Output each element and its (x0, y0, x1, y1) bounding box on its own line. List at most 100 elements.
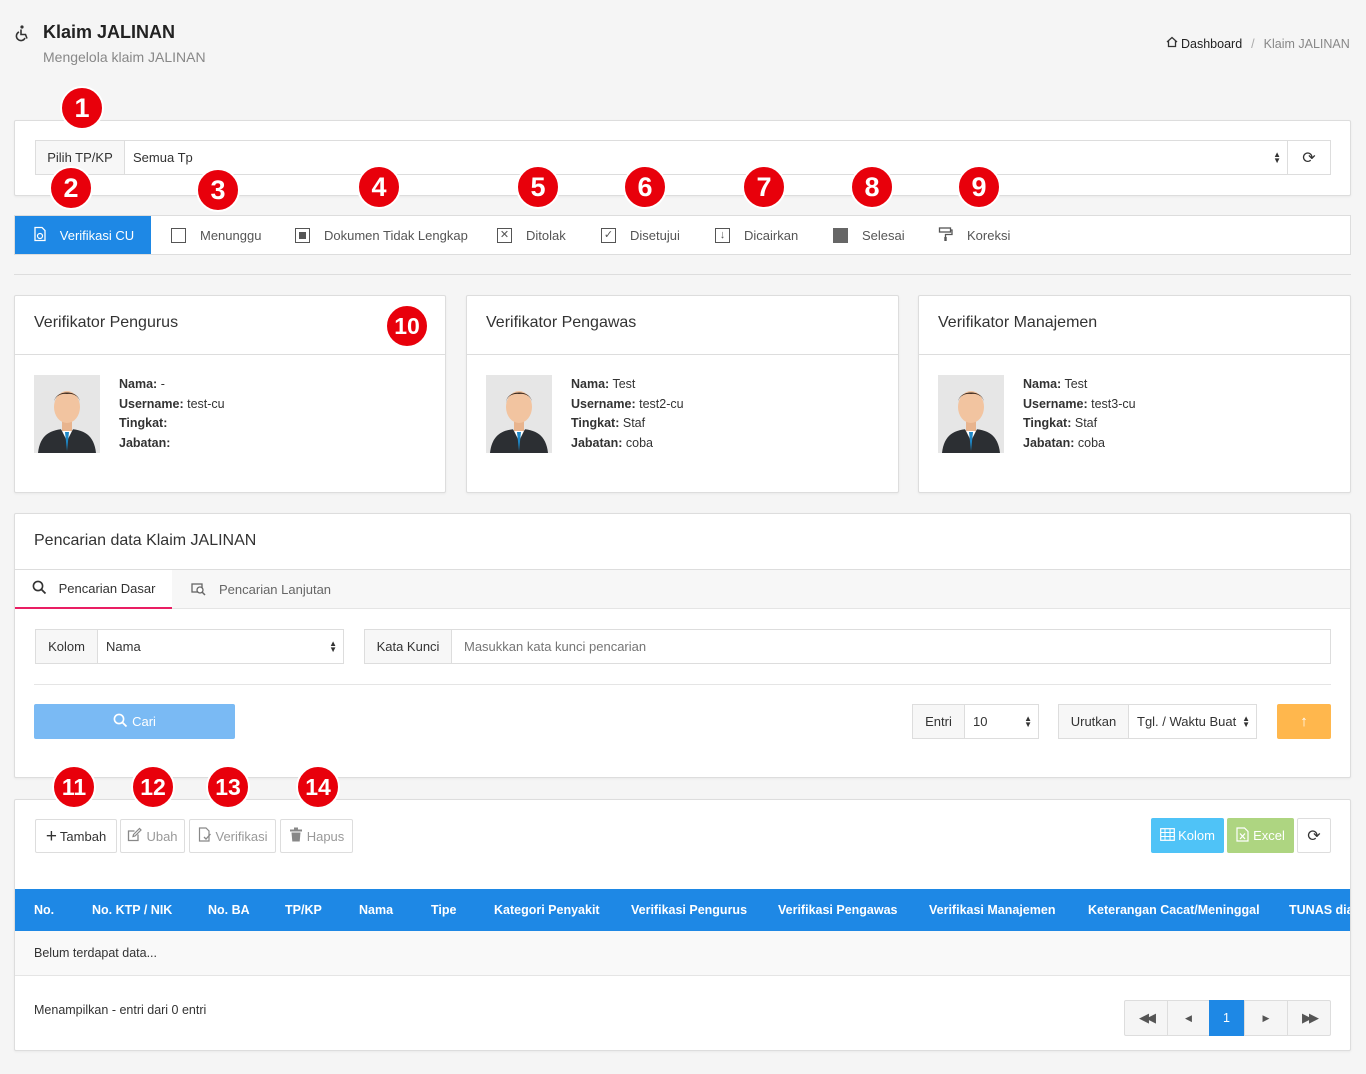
tab-label: Selesai (862, 227, 905, 243)
tab-dokumen-tidak-lengkap[interactable]: Dokumen Tidak Lengkap (295, 216, 468, 254)
search-panel-title: Pencarian data Klaim JALINAN (34, 532, 257, 549)
column-header[interactable]: Tipe (431, 889, 456, 931)
refresh-icon: ⟳ (1302, 149, 1316, 167)
section-divider (14, 274, 1351, 275)
nama-value: - (160, 377, 165, 391)
last-page-button[interactable]: ▶▶ (1287, 1000, 1331, 1036)
tab-ditolak[interactable]: ✕ Ditolak (497, 216, 566, 254)
excel-file-icon (1236, 826, 1249, 845)
search-icon (32, 580, 47, 598)
tab-label: Pencarian Dasar (58, 581, 156, 596)
annotation-marker-7: 7 (742, 165, 786, 209)
breadcrumb-home-link[interactable]: Dashboard (1181, 37, 1242, 51)
annotation-marker-8: 8 (850, 165, 894, 209)
refresh-table-button[interactable]: ⟳ (1297, 818, 1331, 853)
add-button-label: Tambah (59, 828, 107, 844)
search-button[interactable]: Cari (34, 704, 235, 739)
verifier-info: Nama: Test Username: test3-cu Tingkat: S… (1023, 375, 1136, 453)
page-number: 1 (1223, 1011, 1230, 1025)
column-header[interactable]: Verifikasi Pengurus (631, 889, 747, 931)
column-header[interactable]: Keterangan Cacat/Meninggal (1088, 889, 1260, 931)
select-arrows-icon: ▲ ▼ (1242, 713, 1250, 729)
column-header[interactable]: No. (34, 889, 54, 931)
advanced-search-icon (191, 581, 206, 599)
double-chevron-left-icon: ◀◀ (1139, 1010, 1156, 1025)
chevron-left-icon: ◀ (1185, 1012, 1192, 1023)
username-value: test2-cu (639, 396, 684, 411)
column-header[interactable]: Nama (359, 889, 393, 931)
breadcrumb-separator: / (1251, 36, 1255, 51)
nama-label: Nama: (571, 377, 610, 391)
first-page-button[interactable]: ◀◀ (1124, 1000, 1168, 1036)
avatar (34, 375, 100, 453)
jabatan-value: coba (1077, 435, 1105, 450)
column-header[interactable]: Verifikasi Pengawas (778, 889, 898, 931)
prev-page-button[interactable]: ◀ (1167, 1000, 1210, 1036)
verify-button-label: Verifikasi (215, 828, 268, 844)
column-header[interactable]: TP/KP (285, 889, 322, 931)
tab-pencarian-dasar[interactable]: Pencarian Dasar (15, 570, 172, 609)
nama-label: Nama: (119, 377, 158, 391)
annotation-marker-1: 1 (60, 86, 104, 130)
delete-button[interactable]: Hapus (280, 819, 353, 853)
delete-button-label: Hapus (306, 828, 345, 844)
tingkat-value: Staf (1074, 416, 1098, 430)
tab-menunggu[interactable]: Menunggu (171, 216, 261, 254)
tab-dicairkan[interactable]: ↓ Dicairkan (715, 216, 798, 254)
check-square-icon: ✓ (601, 227, 616, 243)
page-1-button[interactable]: 1 (1209, 1000, 1244, 1036)
columns-button[interactable]: Kolom (1151, 818, 1224, 853)
avatar (486, 375, 552, 453)
edit-button[interactable]: Ubah (120, 819, 185, 853)
keyword-input[interactable] (451, 629, 1331, 664)
annotation-marker-5: 5 (516, 165, 560, 209)
verify-button[interactable]: Verifikasi (189, 819, 276, 853)
chevron-right-icon: ▶ (1262, 1012, 1270, 1023)
annotation-marker-4: 4 (357, 165, 401, 209)
nama-value: Test (1064, 377, 1088, 391)
tab-label: Disetujui (630, 227, 680, 243)
tab-verifikasi-cu[interactable]: Verifikasi CU (15, 216, 151, 254)
tp-select[interactable]: Semua Tp ▲ ▼ (124, 140, 1288, 175)
column-header[interactable]: Verifikasi Manajemen (929, 889, 1055, 931)
column-header[interactable]: No. KTP / NIK (92, 889, 172, 931)
next-page-button[interactable]: ▶ (1244, 1000, 1288, 1036)
excel-button[interactable]: Excel (1227, 818, 1294, 853)
double-chevron-right-icon: ▶▶ (1302, 1010, 1319, 1025)
table-footer-info: Menampilkan - entri dari 0 entri (34, 1003, 207, 1017)
column-header[interactable]: Kategori Penyakit (494, 889, 600, 931)
search-icon (113, 713, 128, 731)
urutkan-label: Urutkan (1058, 704, 1129, 739)
column-header[interactable]: No. BA (208, 889, 250, 931)
jabatan-label: Jabatan: (571, 435, 623, 450)
annotation-marker-14: 14 (296, 765, 340, 809)
urutkan-select[interactable]: Tgl. / Waktu Buat ▲ ▼ (1128, 704, 1257, 739)
tab-koreksi[interactable]: Koreksi (938, 216, 1010, 254)
nama-value: Test (612, 377, 636, 391)
verifier-title: Verifikator Manajemen (938, 314, 1098, 331)
kolom-select-value: Nama (106, 639, 141, 654)
add-button[interactable]: + Tambah (35, 819, 117, 853)
header-overflow-clip: TUNAS dia (1289, 889, 1350, 931)
home-icon (1166, 36, 1178, 51)
verify-doc-icon (197, 827, 212, 845)
filled-inner-square-icon (295, 227, 310, 243)
annotation-marker-11: 11 (52, 765, 96, 809)
paint-roller-icon (938, 226, 954, 245)
tab-selesai[interactable]: Selesai (833, 216, 905, 254)
tab-pencarian-lanjutan[interactable]: Pencarian Lanjutan (191, 570, 331, 609)
username-label: Username: (571, 396, 636, 411)
breadcrumb: Dashboard / Klaim JALINAN (1166, 36, 1350, 51)
table-empty-row (15, 931, 1350, 976)
edit-button-label: Ubah (146, 828, 178, 844)
kolom-select[interactable]: Nama ▲ ▼ (97, 629, 344, 664)
verify-doc-icon (32, 226, 48, 245)
tingkat-label: Tingkat: (1023, 416, 1072, 430)
jabatan-value: coba (625, 435, 653, 450)
tab-label: Ditolak (526, 227, 566, 243)
sort-direction-button[interactable]: ↑ (1277, 704, 1331, 739)
tab-disetujui[interactable]: ✓ Disetujui (601, 216, 680, 254)
column-header[interactable]: TUNAS dia (1289, 889, 1350, 931)
refresh-filter-button[interactable]: ⟳ (1287, 140, 1331, 175)
entri-select[interactable]: 10 ▲ ▼ (964, 704, 1039, 739)
